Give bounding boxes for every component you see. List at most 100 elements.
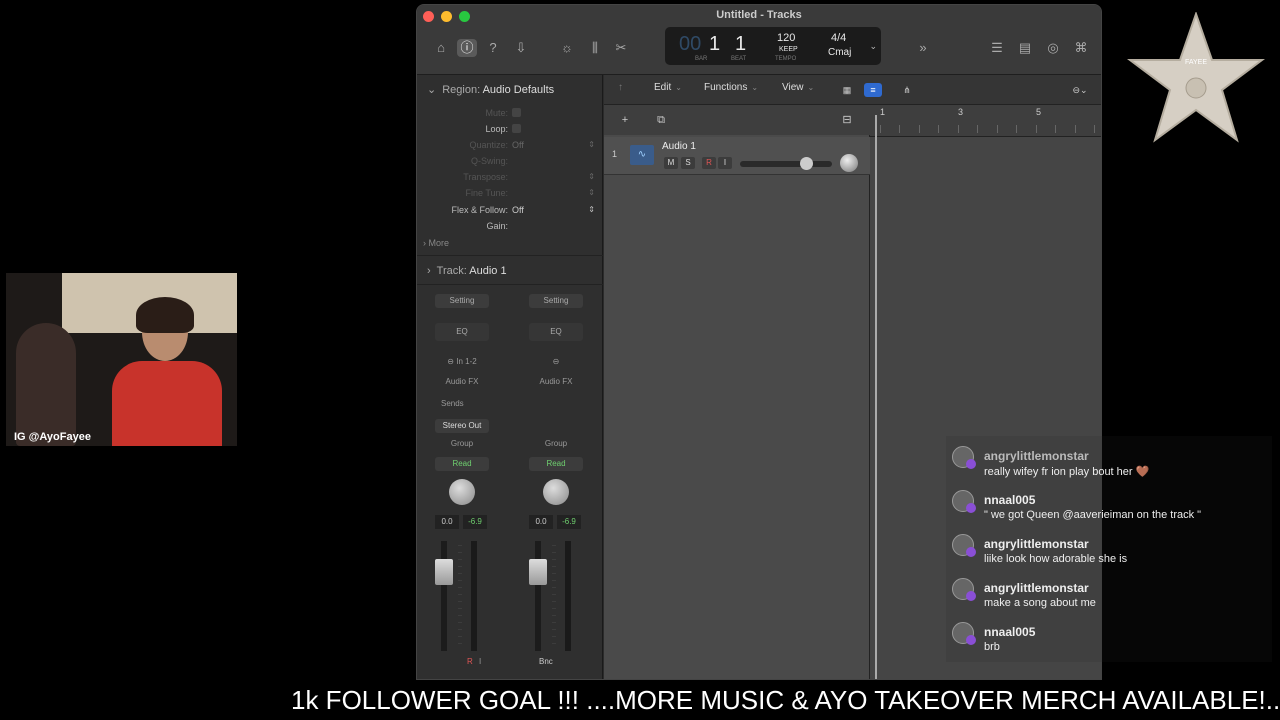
pan-knob[interactable] [449, 479, 475, 505]
add-track-icon[interactable]: + [616, 112, 634, 128]
automation-mode-button[interactable]: Read [435, 457, 489, 471]
setting-button[interactable]: Setting [435, 294, 489, 308]
chat-text: " we got Queen @aaverieiman on the track… [984, 509, 1202, 521]
chevron-down-icon: ⌄ [807, 83, 815, 92]
edit-menu[interactable]: Edit ⌄ [654, 82, 682, 93]
sends-slot[interactable]: Sends [435, 399, 489, 408]
notepad-icon[interactable]: ▤ [1015, 39, 1035, 57]
inspector-icon[interactable]: ⓘ [457, 39, 477, 57]
param-flex-follow[interactable]: Flex & Follow: Off ⇕ [417, 205, 603, 221]
mixer-icon[interactable]: ⫼ [585, 39, 605, 57]
zoom-menu-icon[interactable]: ⊖⌄ [1066, 83, 1094, 97]
param-label: Gain: [486, 221, 508, 231]
audio-fx-slot[interactable]: Audio FX [529, 377, 583, 386]
chat-text: brb [984, 641, 1000, 653]
track-row[interactable]: 1 ∿ Audio 1 M S R I [604, 137, 870, 175]
more-disclosure[interactable]: › More [423, 238, 449, 248]
volume-fader[interactable] [529, 559, 547, 585]
param-quantize[interactable]: Quantize: Off ⇕ [417, 140, 603, 156]
group-slot[interactable]: Group [529, 439, 583, 448]
lcd-tempo-label: TEMPO [775, 56, 797, 62]
lcd-display[interactable]: 00 1 1 BAR BEAT 120 KEEP TEMPO 4/4 Cmaj … [665, 27, 881, 65]
back-arrow-icon[interactable]: ↑ [618, 82, 623, 93]
stepper-icon[interactable]: ⇕ [588, 205, 595, 214]
editors-icon[interactable]: ✂ [611, 39, 631, 57]
volume-fader[interactable] [435, 559, 453, 585]
fader-track [535, 541, 541, 651]
output-button[interactable]: Stereo Out [435, 419, 489, 433]
solo-button[interactable]: S [681, 157, 695, 169]
chat-text: liike look how adorable she is [984, 553, 1128, 565]
automation-mode-button[interactable]: Read [529, 457, 583, 471]
star-logo-icon [1127, 12, 1265, 143]
loop-checkbox[interactable] [512, 124, 521, 135]
setting-button[interactable]: Setting [529, 294, 583, 308]
star-label: FAYEE [1184, 59, 1208, 66]
param-gain[interactable]: Gain: [417, 221, 603, 237]
grid-view-icon[interactable]: ▦ [838, 83, 856, 97]
library-icon[interactable]: ⌂ [431, 39, 451, 57]
stepper-icon[interactable]: ⇕ [588, 172, 595, 181]
functions-menu[interactable]: Functions ⌄ [704, 82, 758, 93]
stepper-icon[interactable]: ⇕ [588, 188, 595, 197]
browsers-icon[interactable]: ⌘ [1071, 39, 1091, 57]
timeline-ruler[interactable]: 1 3 5 [870, 105, 1101, 137]
ruler-tick [919, 125, 920, 133]
avatar [952, 446, 976, 469]
group-slot[interactable]: Group [435, 439, 489, 448]
track-pan-knob[interactable] [840, 154, 858, 172]
inspector-panel: ⌄ Region: Audio Defaults Mute: Loop: Quan… [417, 75, 603, 679]
avatar [952, 578, 976, 601]
lcd-bar-label: BAR [695, 56, 708, 62]
double-chevron-icon[interactable]: » [913, 39, 933, 57]
input-monitor-button[interactable]: I [479, 657, 481, 666]
param-transpose[interactable]: Transpose: ⇕ [417, 172, 603, 188]
param-label: Fine Tune: [465, 188, 508, 198]
stepper-icon[interactable]: ⇕ [588, 140, 595, 149]
smart-controls-icon[interactable]: ☼ [557, 39, 577, 57]
input-monitor-button[interactable]: I [718, 157, 732, 169]
link-icon[interactable]: ⊖ [529, 357, 583, 366]
catch-icon[interactable]: ⊟ [838, 112, 856, 128]
slider-knob[interactable] [800, 157, 813, 170]
toolbar-icon[interactable]: ⇩ [511, 39, 531, 57]
snap-icon[interactable]: ⋔ [898, 83, 916, 97]
avatar [952, 622, 976, 645]
list-view-icon[interactable]: ≡ [864, 83, 882, 97]
param-loop[interactable]: Loop: [417, 124, 603, 140]
region-inspector-header[interactable]: ⌄ Region: Audio Defaults [417, 75, 603, 105]
track-inspector-header[interactable]: › Track: Audio 1 [417, 255, 603, 285]
chat-message: nnaal005 " we got Queen @aaverieiman on … [952, 484, 1272, 524]
input-slot[interactable]: ⊖ In 1-2 [435, 357, 489, 366]
eq-button[interactable]: EQ [529, 323, 583, 341]
chat-message: nnaal005 brb [952, 616, 1272, 656]
help-icon[interactable]: ? [483, 39, 503, 57]
loop-browser-icon[interactable]: ◎ [1043, 39, 1063, 57]
ruler-tick [880, 125, 881, 133]
level-meter [565, 541, 571, 651]
view-menu[interactable]: View ⌄ [782, 82, 814, 93]
pan-knob[interactable] [543, 479, 569, 505]
param-fine-tune[interactable]: Fine Tune: ⇕ [417, 188, 603, 204]
param-q-swing[interactable]: Q-Swing: [417, 156, 603, 172]
record-enable-button[interactable]: R [702, 157, 716, 169]
eq-button[interactable]: EQ [435, 323, 489, 341]
chevron-right-icon: › [423, 238, 426, 248]
duplicate-track-icon[interactable]: ⧉ [652, 112, 670, 128]
tracks-toolbar: ↑ Edit ⌄ Functions ⌄ View ⌄ ▦ ≡ ⋔ ⊖⌄ [604, 75, 1101, 105]
mute-button[interactable]: M [664, 157, 678, 169]
menu-label: Edit [654, 82, 672, 93]
playhead[interactable] [875, 115, 877, 679]
audio-fx-slot[interactable]: Audio FX [435, 377, 489, 386]
stream-overlay: Untitled - Tracks ⌂ ⓘ ? ⇩ ☼ ⫼ ✂ 00 1 1 B… [0, 0, 1280, 720]
list-editors-icon[interactable]: ☰ [987, 39, 1007, 57]
track-name[interactable]: Audio 1 [662, 141, 696, 152]
window-title: Untitled - Tracks [716, 9, 802, 21]
track-volume-slider[interactable] [740, 157, 832, 170]
ruler-tick [977, 125, 978, 133]
record-enable-button[interactable]: R [467, 657, 473, 666]
param-mute[interactable]: Mute: [417, 108, 603, 124]
bounce-button[interactable]: Bnc [539, 657, 553, 666]
chevron-down-icon[interactable]: ⌄ [869, 41, 877, 52]
mute-checkbox[interactable] [512, 108, 521, 119]
